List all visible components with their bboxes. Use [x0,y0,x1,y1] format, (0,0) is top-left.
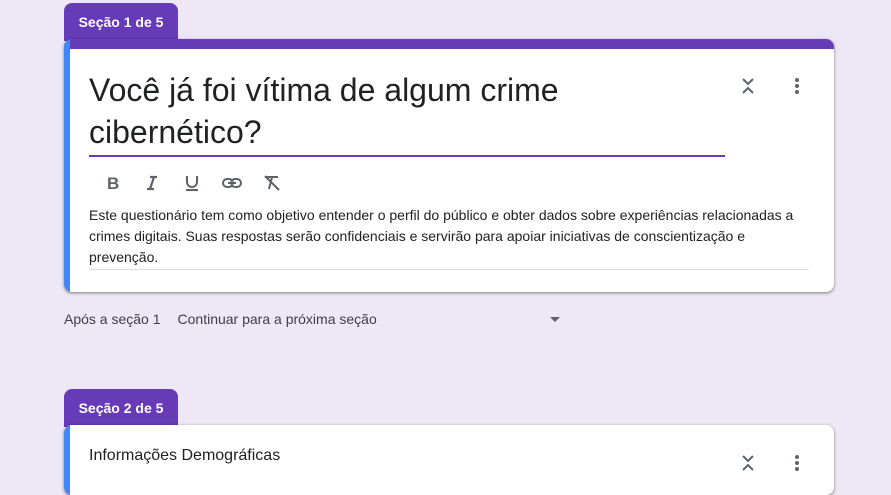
more-options-button[interactable] [781,447,813,479]
formatting-toolbar: B [92,167,292,199]
after-section-row: Após a seção 1 Continuar para a próxima … [64,311,562,327]
section-tab-label: Seção 1 de 5 [78,14,164,30]
more-options-button[interactable] [781,70,813,102]
underline-icon [186,176,198,191]
bold-button[interactable]: B [92,167,132,199]
collapse-icon [742,78,754,94]
after-section-selected: Continuar para a próxima seção [177,311,377,327]
after-section-dropdown[interactable]: Continuar para a próxima seção [178,311,562,327]
italic-button[interactable] [132,167,172,199]
link-icon [222,178,242,188]
card-focus-indicator [64,425,70,495]
underline-button[interactable] [172,167,212,199]
italic-icon [147,175,157,191]
section-tab-2: Seção 2 de 5 [64,389,178,427]
section-tab-1: Seção 1 de 5 [64,3,178,41]
more-vert-icon [795,455,799,471]
svg-text:B: B [107,174,119,192]
section-2-card[interactable]: Informações Demográficas [64,425,834,495]
section-2-title[interactable]: Informações Demográficas [89,447,280,465]
clear-format-button[interactable] [252,167,292,199]
bold-icon: B [107,174,119,192]
clear-format-icon [264,175,280,191]
dropdown-arrow-icon [549,317,560,322]
collapse-section-button[interactable] [732,70,764,102]
section-title-input[interactable]: Você já foi vítima de algum crime cibern… [89,69,725,157]
section-description-input[interactable]: Este questionário tem como objetivo ente… [89,205,809,270]
card-focus-indicator [64,39,70,292]
more-vert-icon [795,78,799,94]
link-button[interactable] [212,167,252,199]
after-section-label: Após a seção 1 [64,311,161,327]
collapse-icon [742,455,754,471]
collapse-section-button[interactable] [732,447,764,479]
card-top-accent [64,39,834,49]
section-header-card[interactable]: Você já foi vítima de algum crime cibern… [64,39,834,292]
section-tab-label: Seção 2 de 5 [78,400,164,416]
